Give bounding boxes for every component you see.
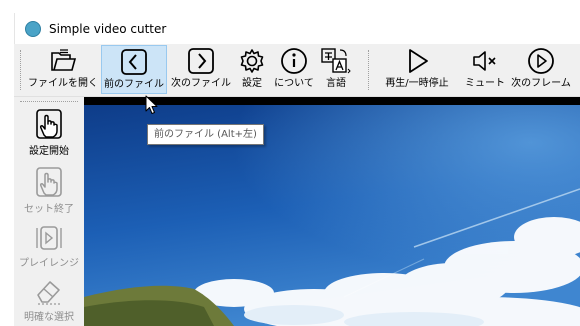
set-end-label: セット終了 (24, 204, 74, 215)
translate-icon (320, 45, 352, 77)
chevron-right-icon (186, 45, 216, 77)
folder-open-icon (48, 45, 78, 77)
next-file-button[interactable]: 次のファイル (170, 45, 232, 94)
next-frame-icon (526, 45, 556, 77)
set-start-button[interactable]: 設定開始 (14, 107, 84, 158)
play-pause-label: 再生/一時停止 (385, 78, 449, 89)
title-bar: Simple video cutter (14, 13, 580, 44)
toolbar-overflow-edge (572, 44, 580, 96)
hand-pointer-icon (32, 107, 66, 145)
hand-pointer-icon (32, 165, 66, 203)
play-pause-button[interactable]: 再生/一時停止 (376, 45, 458, 94)
open-file-button[interactable]: ファイルを開く (28, 45, 98, 94)
clear-selection-button[interactable]: 明確な選択 (14, 277, 84, 324)
eraser-icon (32, 277, 66, 311)
window-title: Simple video cutter (49, 21, 167, 36)
mute-button[interactable]: ミュート (461, 45, 509, 94)
speaker-mute-icon (470, 45, 500, 77)
play-range-icon (32, 223, 66, 257)
next-frame-button[interactable]: 次のフレーム (510, 45, 572, 94)
settings-label: 設定 (242, 78, 262, 89)
play-range-label: プレイレンジ (19, 258, 79, 269)
sidebar-separator (20, 101, 78, 102)
app-logo-icon (25, 20, 41, 37)
language-button[interactable]: 言語 (318, 45, 354, 94)
gear-icon (237, 45, 267, 77)
clear-selection-label: 明確な選択 (24, 312, 74, 323)
toolbar-separator (20, 50, 21, 90)
prev-file-button[interactable]: 前のファイル (101, 45, 167, 94)
play-range-button[interactable]: プレイレンジ (14, 223, 84, 270)
set-end-button[interactable]: セット終了 (14, 165, 84, 216)
toolbar: ファイルを開く 前のファイル 次のファイル 設定 について 言語 再生/一時停止… (14, 44, 580, 97)
toolbar-separator (368, 50, 369, 90)
play-icon (402, 45, 432, 77)
chevron-left-icon (119, 46, 149, 78)
next-frame-label: 次のフレーム (511, 78, 571, 89)
prev-file-label: 前のファイル (104, 79, 164, 90)
open-file-label: ファイルを開く (28, 78, 98, 89)
settings-button[interactable]: 設定 (234, 45, 270, 94)
language-label: 言語 (326, 78, 346, 89)
mouse-cursor-icon (145, 95, 159, 119)
set-start-label: 設定開始 (29, 146, 69, 157)
about-button[interactable]: について (272, 45, 316, 94)
app-window: Simple video cutter ファイルを開く 前のファイル 次のファイ… (14, 13, 580, 326)
mute-label: ミュート (465, 78, 505, 89)
about-label: について (274, 78, 314, 89)
next-file-label: 次のファイル (171, 78, 231, 89)
info-icon (279, 45, 309, 77)
side-toolbar: 設定開始 セット終了 プレイレンジ 明確な選択 (14, 97, 84, 326)
tooltip: 前のファイル (Alt+左) (147, 124, 264, 145)
